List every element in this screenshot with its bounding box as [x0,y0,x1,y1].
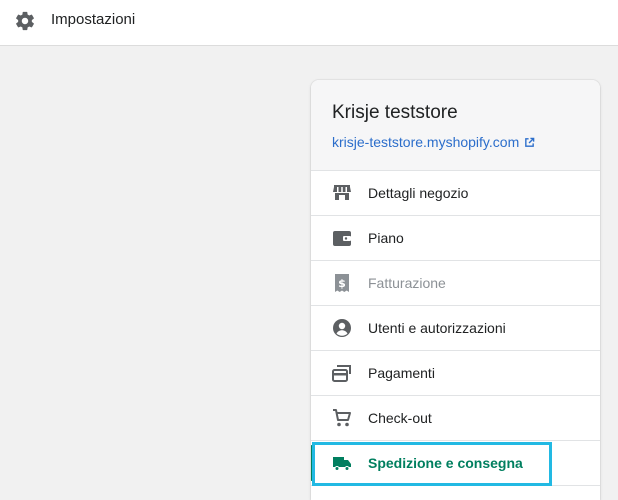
store-name: Krisje teststore [332,102,458,123]
store-icon [333,185,351,200]
svg-text:$: $ [338,277,346,290]
cart-icon [333,409,351,427]
settings-card: Krisje teststore krisje-teststore.myshop… [311,80,600,500]
menu-item-label: Fatturazione [368,275,446,291]
menu-item-dettagli-negozio[interactable]: Dettagli negozio [311,171,600,216]
truck-icon [333,457,351,471]
billing-icon: $ [335,274,349,292]
menu-item-label: Pagamenti [368,365,435,381]
menu-item-utenti-autorizzazioni[interactable]: Utenti e autorizzazioni [311,306,600,351]
menu-item-label: Utenti e autorizzazioni [368,320,506,336]
external-link-icon [525,137,535,147]
menu-item-spedizione-consegna[interactable]: Spedizione e consegna [311,441,600,486]
menu-item-label: Dettagli negozio [368,185,469,201]
payments-icon [332,365,351,382]
page-title: Impostazioni [51,11,136,28]
top-bar: Impostazioni [0,0,618,46]
menu-item-check-out[interactable]: Check-out [311,396,600,441]
settings-menu: Dettagli negozio Piano $ Fatturazione Ut… [311,171,600,486]
store-url-link[interactable]: krisje-teststore.myshopify.com [332,134,535,150]
store-url-text: krisje-teststore.myshopify.com [332,134,520,150]
menu-item-label: Piano [368,230,404,246]
menu-item-piano[interactable]: Piano [311,216,600,261]
menu-item-pagamenti[interactable]: Pagamenti [311,351,600,396]
wallet-icon [333,231,351,246]
store-header: Krisje teststore krisje-teststore.myshop… [311,80,600,171]
menu-item-label: Spedizione e consegna [368,455,523,471]
gear-icon[interactable] [14,10,36,32]
menu-item-label: Check-out [368,410,432,426]
user-icon [333,319,351,337]
menu-item-fatturazione[interactable]: $ Fatturazione [311,261,600,306]
